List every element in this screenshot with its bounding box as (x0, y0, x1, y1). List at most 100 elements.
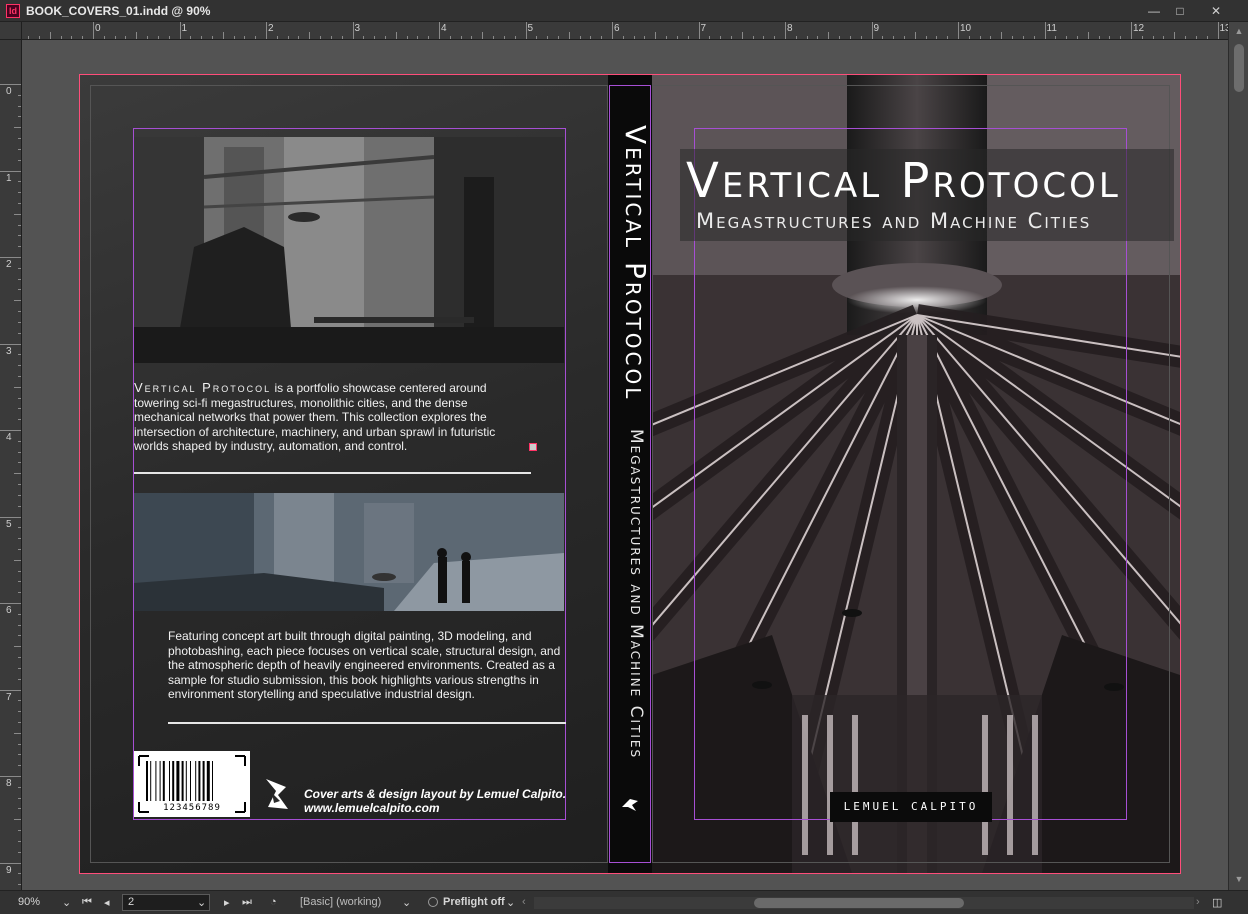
preflight-status[interactable]: Preflight off (443, 896, 505, 908)
cover-subtitle[interactable]: Megastructures and Machine Cities (696, 209, 1091, 233)
ruler-tick (1174, 32, 1176, 39)
page-number: 2 (128, 896, 135, 908)
ruler-tick (14, 386, 21, 388)
ruler-tick (1217, 22, 1219, 39)
ruler-tick (14, 300, 21, 302)
spine-logo-icon (622, 799, 638, 811)
horizontal-scrollbar[interactable] (534, 897, 1194, 909)
ruler-tick (14, 213, 21, 215)
back-cover-image-top[interactable] (134, 137, 564, 363)
first-page-icon[interactable]: ⏮ (82, 896, 92, 909)
barcode-bar (159, 761, 161, 801)
ruler-tick (49, 32, 51, 39)
ruler-tick (14, 732, 21, 734)
design-credit[interactable]: Cover arts & design layout by Lemuel Cal… (304, 787, 566, 815)
ruler-top-label: 1 (181, 23, 188, 34)
close-button[interactable]: ✕ (1202, 2, 1230, 20)
document-open-icon[interactable]: ◔ (270, 896, 277, 908)
ruler-tick (439, 22, 440, 39)
back-cover-blurb-1[interactable]: Vertical Protocol is a portfolio showcas… (134, 380, 522, 454)
back-cover-blurb-2[interactable]: Featuring concept art built through digi… (168, 629, 566, 702)
title-bar: Id BOOK_COVERS_01.indd @ 90% — □ ✕ (0, 0, 1248, 22)
ruler-tick (0, 84, 21, 85)
scroll-left-icon[interactable]: ‹ (522, 896, 526, 908)
horizontal-ruler[interactable]: 012345678910111213 (22, 22, 1228, 40)
working-style[interactable]: [Basic] (working) (300, 896, 381, 908)
ruler-tick (1001, 32, 1003, 39)
ruler-top-label: 12 (1133, 23, 1145, 34)
previous-page-icon[interactable]: ◂ (104, 896, 110, 909)
ruler-left-label: 3 (6, 345, 12, 357)
ruler-tick (0, 343, 21, 345)
pasteboard[interactable]: Vertical Protocol is a portfolio showcas… (22, 40, 1228, 890)
vertical-scroll-thumb[interactable] (1234, 44, 1244, 92)
credit-line: Cover arts & design layout by Lemuel Cal… (304, 787, 567, 801)
barcode-bar (195, 761, 197, 801)
ruler-top-label: 9 (873, 23, 880, 34)
ruler-origin[interactable] (0, 22, 22, 40)
ruler-tick (828, 32, 830, 39)
ruler-tick (266, 22, 267, 39)
ruler-tick (0, 430, 21, 431)
zoom-dropdown-icon[interactable]: ⌄ (62, 896, 71, 909)
page-number-field[interactable]: 2 ⌄ (122, 894, 210, 911)
ruler-top-label: 4 (441, 23, 447, 34)
ruler-tick (698, 22, 700, 39)
author-logo-icon (266, 779, 288, 809)
last-page-icon[interactable]: ⏭ (242, 896, 252, 909)
author-label-box[interactable]: LEMUEL CALPITO (830, 792, 992, 822)
maximize-button[interactable]: □ (1166, 2, 1194, 20)
scroll-right-icon[interactable]: › (1196, 896, 1200, 908)
cover-title[interactable]: Vertical Protocol (686, 153, 1121, 209)
ruler-tick (179, 22, 181, 39)
credit-website: www.lemuelcalpito.com (304, 801, 440, 815)
author-name: LEMUEL CALPITO (843, 800, 979, 813)
spine[interactable]: Vertical Protocol Megastructures and Mac… (608, 75, 652, 873)
barcode-bar (172, 761, 175, 801)
vertical-scrollbar[interactable]: ▲ ▼ (1228, 22, 1248, 890)
ruler-tick (136, 32, 138, 39)
barcode-bar (169, 761, 170, 801)
ruler-tick (352, 22, 354, 39)
spine-subtitle: Megastructures and Machine Cities (626, 429, 646, 760)
spine-title: Vertical Protocol (619, 125, 652, 402)
ruler-tick (0, 516, 21, 518)
zoom-level[interactable]: 90% (18, 896, 40, 908)
ruler-tick (785, 22, 786, 39)
ruler-tick (14, 127, 21, 129)
ruler-tick (612, 22, 613, 39)
preflight-dropdown-icon[interactable]: ⌄ (506, 896, 515, 909)
vertical-ruler[interactable]: 0 1 2 3 4 5 6 7 8 9 (0, 40, 22, 890)
style-dropdown-icon[interactable]: ⌄ (402, 896, 411, 909)
isbn-barcode[interactable]: 123456789 (134, 751, 250, 817)
barcode-bar (146, 761, 148, 801)
ruler-tick (958, 22, 959, 39)
scroll-up-icon[interactable]: ▲ (1229, 26, 1248, 36)
ruler-left-label: 6 (6, 605, 12, 616)
book-cover-spread[interactable]: Vertical Protocol is a portfolio showcas… (79, 74, 1181, 874)
ruler-tick (914, 32, 916, 39)
ruler-tick (0, 170, 21, 172)
ruler-tick (14, 559, 21, 561)
split-window-icon[interactable]: ◫ (1212, 896, 1222, 909)
ruler-left-label: 4 (6, 432, 12, 443)
ruler-tick (871, 22, 873, 39)
megastructure-artwork (134, 137, 564, 363)
back-cover[interactable]: Vertical Protocol is a portfolio showcas… (80, 75, 608, 873)
overset-text-icon[interactable] (529, 443, 537, 451)
ruler-tick (395, 32, 397, 39)
back-cover-image-bottom[interactable] (134, 493, 564, 611)
horizontal-scroll-thumb[interactable] (754, 898, 964, 908)
ruler-left-label: 1 (6, 172, 12, 184)
ruler-top-label: 10 (960, 23, 972, 34)
ruler-top-label: 5 (527, 23, 534, 34)
divider-line-2 (168, 722, 566, 724)
next-page-icon[interactable]: ▸ (224, 896, 230, 909)
page-dropdown-icon[interactable]: ⌄ (197, 896, 206, 909)
barcode-bar (162, 761, 165, 801)
minimize-button[interactable]: — (1140, 2, 1168, 20)
barcode-bar (202, 761, 205, 801)
front-cover[interactable]: Vertical Protocol Megastructures and Mac… (652, 75, 1180, 873)
ruler-tick (93, 22, 94, 39)
scroll-down-icon[interactable]: ▼ (1229, 874, 1248, 884)
